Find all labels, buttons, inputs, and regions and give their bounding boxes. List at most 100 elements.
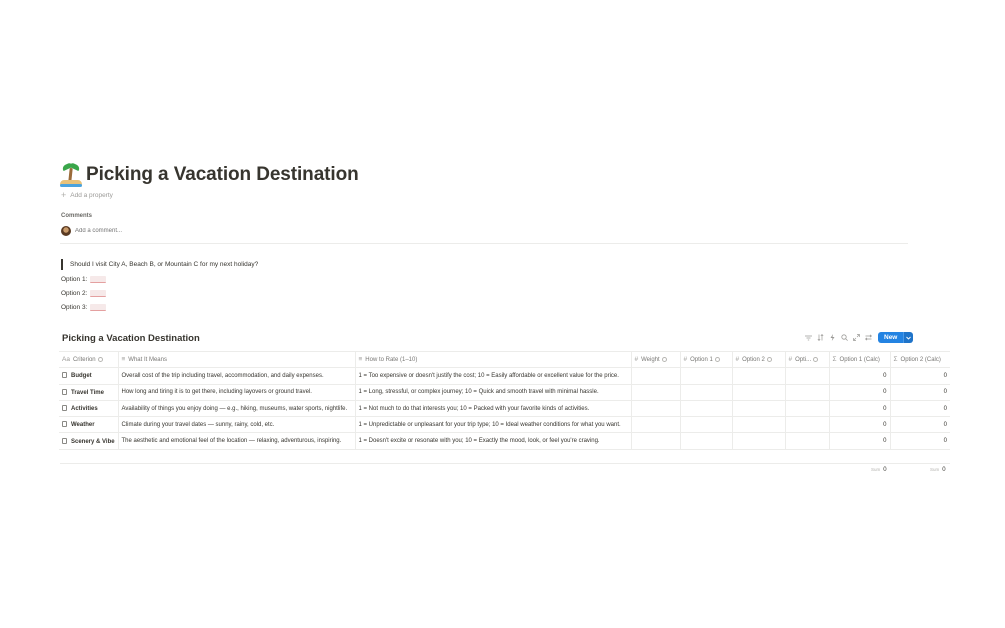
weight-cell[interactable] (631, 384, 681, 401)
option-1-cell[interactable] (680, 367, 733, 385)
criterion-cell[interactable]: Travel Time (59, 384, 119, 401)
option-blank[interactable] (90, 276, 107, 283)
criterion-cell[interactable]: Budget (59, 367, 119, 385)
option-3-cell[interactable] (785, 367, 830, 385)
option-1-cell[interactable] (680, 432, 733, 450)
option-1-calc-cell[interactable]: 0 (829, 384, 891, 401)
option-2-cell[interactable] (732, 367, 786, 385)
rate-cell[interactable]: 1 = Unpredictable or unpleasant for your… (355, 416, 632, 434)
criterion-cell[interactable]: Scenery & Vibe (59, 432, 119, 450)
meaning-cell[interactable]: Climate during your travel dates — sunny… (118, 416, 356, 434)
table-row[interactable]: Travel Time How long and tiring it is to… (59, 384, 950, 401)
option-2-calc-sum[interactable]: Sum 0 (930, 467, 946, 473)
option-line-2[interactable]: Option 2: (61, 290, 107, 297)
comment-input[interactable] (75, 228, 225, 234)
column-header-option-1[interactable]: # Option 1 (680, 350, 733, 369)
option-1-cell[interactable] (680, 400, 733, 418)
option-1-calc-sum[interactable]: Sum 0 (871, 467, 887, 473)
option-2-calc-cell[interactable]: 0 (890, 400, 950, 418)
option-2-calc-cell[interactable]: 0 (890, 432, 950, 450)
info-icon[interactable] (766, 357, 772, 363)
rate-cell[interactable]: 1 = Too expensive or doesn't justify the… (355, 367, 632, 385)
option-2-calc-cell[interactable]: 0 (890, 384, 950, 401)
option-label: Option 2: (61, 290, 88, 297)
chevron-down-icon[interactable] (903, 332, 914, 343)
column-label: Weight (641, 357, 660, 364)
column-header-weight[interactable]: # Weight (631, 350, 681, 369)
option-label: Option 1: (61, 276, 88, 283)
column-header-option-3[interactable]: # Opti... (785, 350, 830, 369)
column-header-criterion[interactable]: Aa Criterion (59, 350, 119, 369)
desert-island-icon[interactable] (60, 161, 82, 187)
option-1-calc-cell[interactable]: 0 (829, 432, 891, 450)
column-header-option-1-calc[interactable]: Σ Option 1 (Calc) (829, 350, 891, 369)
criterion-cell[interactable]: Weather (59, 416, 119, 434)
info-icon[interactable] (97, 357, 103, 363)
option-2-calc-cell[interactable]: 0 (890, 367, 950, 385)
info-icon[interactable] (661, 357, 667, 363)
table-row[interactable]: Activities Availability of things you en… (59, 400, 950, 418)
option-1-cell[interactable] (680, 384, 733, 401)
option-2-calc-cell[interactable]: 0 (890, 416, 950, 434)
more-icon[interactable] (864, 333, 872, 343)
new-button-label[interactable]: New (878, 332, 904, 343)
rate-cell[interactable]: 1 = Long, stressful, or complex journey;… (355, 384, 632, 401)
info-icon[interactable] (813, 357, 819, 363)
weight-cell[interactable] (631, 400, 681, 418)
table-row[interactable]: Budget Overall cost of the trip includin… (59, 367, 950, 385)
rate-cell[interactable]: 1 = Not much to do that interests you; 1… (355, 400, 632, 418)
option-line-1[interactable]: Option 1: (61, 276, 107, 283)
filter-icon[interactable] (804, 333, 812, 343)
option-3-cell[interactable] (785, 432, 830, 450)
column-header-meaning[interactable]: ≡ What It Means (118, 350, 356, 369)
meaning-cell[interactable]: How long and tiring it is to get there, … (118, 384, 356, 401)
option-3-cell[interactable] (785, 384, 830, 401)
option-2-cell[interactable] (732, 416, 786, 434)
option-3-cell[interactable] (785, 400, 830, 418)
lightning-icon[interactable] (828, 333, 836, 343)
sort-icon[interactable] (816, 333, 824, 343)
option-2-cell[interactable] (732, 400, 786, 418)
page-header: Picking a Vacation Destination (60, 160, 359, 190)
column-header-option-2[interactable]: # Option 2 (732, 350, 786, 369)
info-icon[interactable] (714, 357, 720, 363)
weight-cell[interactable] (631, 367, 681, 385)
search-icon[interactable] (840, 333, 848, 343)
column-header-option-2-calc[interactable]: Σ Option 2 (Calc) (890, 350, 950, 369)
option-3-cell[interactable] (785, 416, 830, 434)
meaning-cell[interactable]: The aesthetic and emotional feel of the … (118, 432, 356, 450)
option-1-cell[interactable] (680, 416, 733, 434)
number-icon: # (735, 356, 740, 364)
option-2-cell[interactable] (732, 384, 786, 401)
table-row[interactable]: Weather Climate during your travel dates… (59, 416, 950, 434)
add-property-button[interactable]: + Add a property (61, 191, 113, 200)
page-title[interactable]: Picking a Vacation Destination (86, 164, 359, 186)
expand-icon[interactable] (852, 333, 860, 343)
option-1-calc-cell[interactable]: 0 (829, 400, 891, 418)
option-2-cell[interactable] (732, 432, 786, 450)
option-blank[interactable] (90, 304, 107, 311)
option-1-calc-cell[interactable]: 0 (829, 416, 891, 434)
meaning-cell[interactable]: Overall cost of the trip including trave… (118, 367, 356, 385)
table-footer-divider (60, 463, 950, 464)
option-line-3[interactable]: Option 3: (61, 304, 107, 311)
option-1-calc-cell[interactable]: 0 (829, 367, 891, 385)
option-blank[interactable] (90, 290, 107, 297)
page-icon (62, 388, 67, 395)
sigma-icon: Σ (893, 356, 898, 364)
column-header-rate[interactable]: ≡ How to Rate (1–10) (355, 350, 632, 369)
rate-cell[interactable]: 1 = Doesn't excite or resonate with you;… (355, 432, 632, 450)
weight-cell[interactable] (631, 416, 681, 434)
number-icon: # (634, 356, 639, 364)
page-icon (62, 437, 67, 444)
sum-value: 0 (942, 467, 946, 473)
weight-cell[interactable] (631, 432, 681, 450)
table-row[interactable]: Scenery & Vibe The aesthetic and emotion… (59, 432, 950, 450)
database-title[interactable]: Picking a Vacation Destination (62, 333, 200, 344)
criterion-text: Scenery & Vibe (71, 438, 115, 445)
meaning-cell[interactable]: Availability of things you enjoy doing —… (118, 400, 356, 418)
question-quote[interactable]: Should I visit City A, Beach B, or Mount… (61, 259, 258, 270)
new-button[interactable]: New (878, 332, 914, 343)
criterion-cell[interactable]: Activities (59, 400, 119, 418)
number-icon: # (683, 356, 688, 364)
